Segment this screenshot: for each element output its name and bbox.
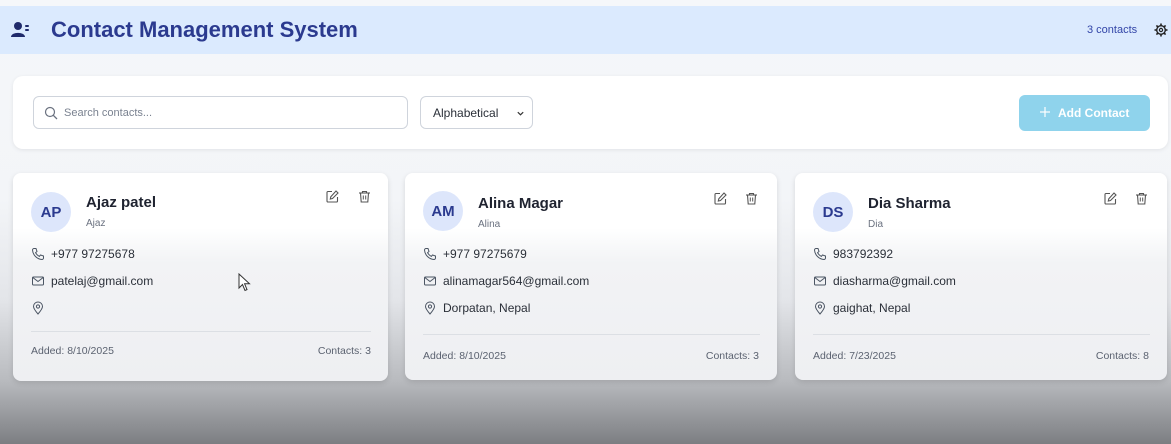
sort-select[interactable]: Alphabetical [420, 96, 533, 129]
email-row: patelaj@gmail.com [31, 273, 371, 289]
contact-card[interactable]: AP Ajaz patel Ajaz +977 97275678 patelaj… [13, 173, 388, 381]
contact-name: Ajaz patel [86, 194, 157, 211]
contacts-number: Contacts: 3 [317, 345, 371, 357]
contact-phone: 983792392 [833, 247, 894, 261]
phone-icon [813, 248, 826, 261]
added-date: Added: 8/10/2025 [423, 350, 506, 362]
app-header: Contact Management System 3 contacts [0, 6, 1171, 54]
trash-icon[interactable] [745, 192, 758, 205]
contact-card[interactable]: AM Alina Magar Alina +977 97275679 alina… [405, 173, 777, 380]
sort-select-value: Alphabetical [433, 106, 499, 120]
phone-row: 983792392 [813, 246, 1153, 262]
avatar: DS [813, 192, 853, 232]
edit-icon[interactable] [714, 192, 727, 205]
contact-nickname: Alina [478, 219, 501, 230]
edit-icon[interactable] [1104, 192, 1117, 205]
location-pin-icon [32, 301, 44, 315]
contact-name: Dia Sharma [868, 195, 951, 212]
search-icon [44, 106, 58, 120]
mouse-cursor-icon [238, 273, 251, 292]
contact-email: diasharma@gmail.com [833, 274, 956, 288]
contact-email: patelaj@gmail.com [51, 274, 154, 288]
search-input[interactable] [64, 98, 394, 127]
add-contact-button[interactable]: Add Contact [1019, 95, 1150, 131]
add-contact-label: Add Contact [1058, 106, 1130, 120]
phone-row: +977 97275679 [423, 246, 763, 262]
avatar: AP [31, 192, 71, 232]
address-row: Dorpatan, Nepal [423, 300, 763, 316]
contacts-number: Contacts: 8 [1095, 350, 1149, 362]
location-pin-icon [424, 301, 436, 315]
chevron-down-icon [517, 111, 524, 116]
address-row [31, 300, 371, 316]
contact-nickname: Ajaz [86, 218, 106, 229]
search-box[interactable] [33, 96, 408, 129]
card-divider [31, 331, 371, 332]
avatar: AM [423, 191, 463, 231]
contact-phone: +977 97275678 [51, 247, 135, 261]
page-title: Contact Management System [51, 17, 358, 42]
added-date: Added: 7/23/2025 [813, 350, 896, 362]
location-pin-icon [814, 301, 826, 315]
phone-icon [31, 248, 44, 261]
card-divider [813, 334, 1150, 335]
contacts-count: 3 contacts [1087, 24, 1138, 36]
gear-icon[interactable] [1154, 23, 1168, 37]
contact-address: gaighat, Nepal [833, 301, 911, 315]
plus-icon [1040, 107, 1050, 117]
edit-icon[interactable] [326, 190, 339, 203]
contact-name: Alina Magar [478, 195, 564, 212]
contact-phone: +977 97275679 [443, 247, 527, 261]
email-row: alinamagar564@gmail.com [423, 273, 763, 289]
users-icon [11, 22, 29, 37]
phone-row: +977 97275678 [31, 246, 371, 262]
mail-icon [32, 276, 44, 286]
email-row: diasharma@gmail.com [813, 273, 1153, 289]
mail-icon [424, 276, 436, 286]
added-date: Added: 8/10/2025 [31, 345, 114, 357]
contact-email: alinamagar564@gmail.com [443, 274, 590, 288]
mail-icon [814, 276, 826, 286]
card-divider [423, 334, 760, 335]
contacts-number: Contacts: 3 [705, 350, 759, 362]
address-row: gaighat, Nepal [813, 300, 1153, 316]
trash-icon[interactable] [358, 190, 371, 203]
contact-nickname: Dia [868, 219, 884, 230]
trash-icon[interactable] [1135, 192, 1148, 205]
phone-icon [423, 248, 436, 261]
toolbar: Alphabetical Add Contact [13, 76, 1168, 149]
contact-card[interactable]: DS Dia Sharma Dia 983792392 diasharma@gm… [795, 173, 1167, 380]
contact-address: Dorpatan, Nepal [443, 301, 531, 315]
